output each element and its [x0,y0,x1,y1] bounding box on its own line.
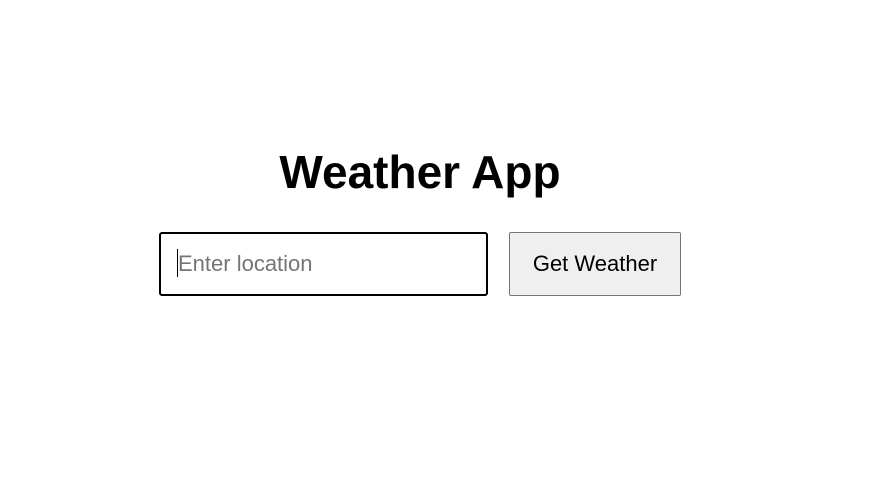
page-title: Weather App [279,146,561,198]
weather-app: Weather App Get Weather [0,0,869,493]
get-weather-button[interactable]: Get Weather [509,232,681,296]
text-caret [177,249,178,277]
location-input[interactable] [159,232,488,296]
